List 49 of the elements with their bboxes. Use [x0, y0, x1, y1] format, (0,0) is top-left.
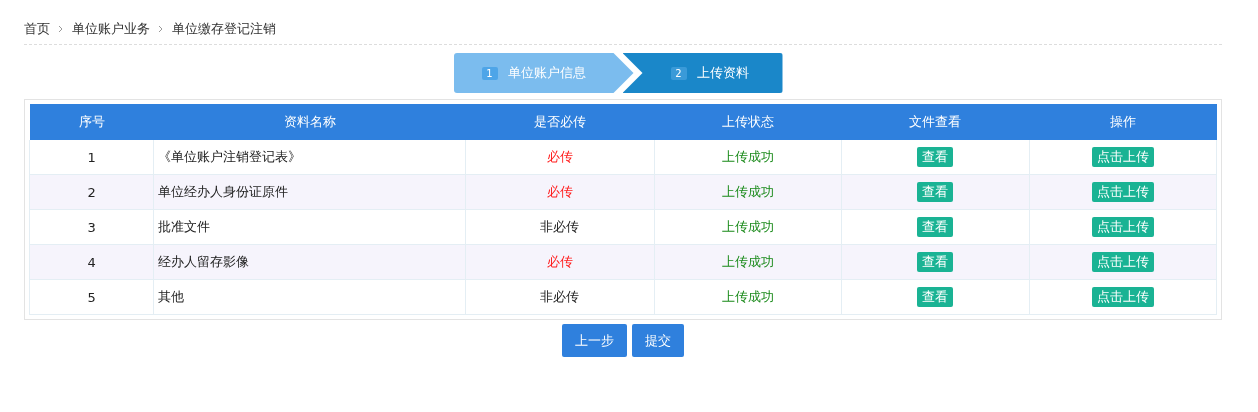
table-cell: 单位经办人身份证原件 [153, 174, 466, 210]
column-header: 操作 [1029, 104, 1217, 140]
table-cell: 必传 [465, 140, 654, 175]
step-tab[interactable]: 2 上传资料 [622, 53, 783, 93]
table-cell: 《单位账户注销登记表》 [153, 140, 466, 175]
step-number: 2 [670, 66, 687, 80]
table-cell: 2 [29, 174, 154, 210]
upload-button[interactable]: 点击上传 [1091, 217, 1154, 237]
chevron-icon [158, 25, 164, 33]
step-tab[interactable]: 1 单位账户信息 [453, 53, 634, 93]
column-header: 文件查看 [841, 104, 1030, 140]
previous-button[interactable]: 上一步 [562, 324, 627, 357]
table-cell: 上传成功 [654, 140, 842, 175]
column-header: 资料名称 [153, 104, 466, 140]
view-button[interactable]: 查看 [917, 217, 954, 237]
step-label: 单位账户信息 [507, 64, 586, 82]
step-label: 上传资料 [696, 64, 749, 82]
table-cell: 批准文件 [153, 209, 466, 245]
submit-button[interactable]: 提交 [632, 324, 684, 357]
view-button[interactable]: 查看 [917, 287, 954, 307]
upload-button[interactable]: 点击上传 [1091, 252, 1154, 272]
view-button[interactable]: 查看 [917, 252, 954, 272]
breadcrumb-link[interactable]: 单位账户业务 [72, 20, 150, 38]
column-header: 是否必传 [465, 104, 654, 140]
table-cell: 经办人留存影像 [153, 244, 466, 280]
table-cell: 1 [29, 140, 154, 175]
breadcrumb-link[interactable]: 首页 [24, 20, 50, 38]
table-cell: 3 [29, 209, 154, 245]
upload-button[interactable]: 点击上传 [1091, 182, 1154, 202]
table-cell: 上传成功 [654, 244, 842, 280]
breadcrumb-link[interactable]: 单位缴存登记注销 [172, 20, 276, 38]
table-cell: 必传 [465, 244, 654, 280]
view-button[interactable]: 查看 [917, 182, 954, 202]
view-button[interactable]: 查看 [917, 147, 954, 167]
column-header: 序号 [29, 104, 154, 140]
table-cell: 上传成功 [654, 174, 842, 210]
table-cell: 非必传 [465, 209, 654, 245]
table-cell: 5 [29, 279, 154, 315]
column-header: 上传状态 [654, 104, 842, 140]
table-cell: 上传成功 [654, 209, 842, 245]
table-cell: 上传成功 [654, 279, 842, 315]
chevron-icon [58, 25, 64, 33]
upload-button[interactable]: 点击上传 [1091, 287, 1154, 307]
table-cell: 必传 [465, 174, 654, 210]
table-cell: 非必传 [465, 279, 654, 315]
step-number: 1 [481, 66, 498, 80]
table-cell: 4 [29, 244, 154, 280]
table-cell: 其他 [153, 279, 466, 315]
upload-button[interactable]: 点击上传 [1091, 147, 1154, 167]
